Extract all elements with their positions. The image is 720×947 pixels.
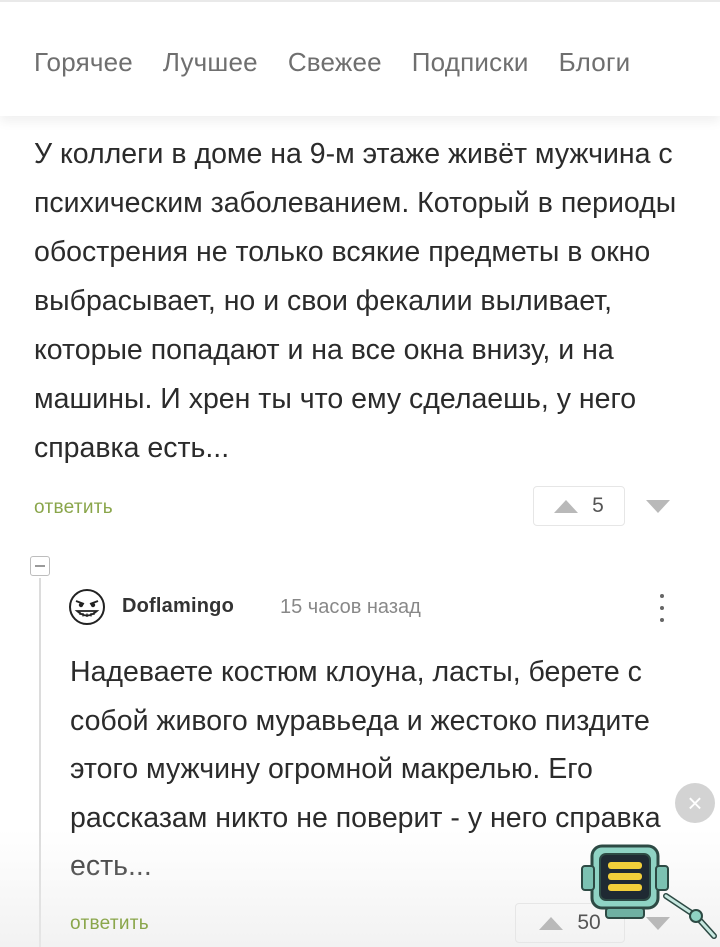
top-navigation: Горячее Лучшее Свежее Подписки Блоги — [0, 0, 720, 116]
tab-fresh[interactable]: Свежее — [288, 41, 382, 78]
arrow-down-icon — [646, 499, 670, 513]
comment-text: У коллеги в доме на 9-м этаже живёт мужч… — [34, 138, 677, 464]
vote-count: 5 — [592, 494, 604, 517]
tab-best[interactable]: Лучшее — [163, 41, 258, 78]
arrow-up-icon — [539, 916, 564, 930]
upvote-button[interactable]: 5 — [533, 486, 625, 526]
comment-vote-box: 5 — [533, 486, 683, 526]
reply-button-2[interactable]: ответить — [70, 913, 149, 935]
comment-time: 15 часов назад — [280, 596, 421, 618]
collapse-icon — [35, 565, 45, 567]
mascot-icon[interactable] — [578, 836, 720, 947]
tab-blogs[interactable]: Блоги — [559, 41, 631, 78]
arrow-up-icon — [554, 499, 579, 513]
tab-subscriptions[interactable]: Подписки — [412, 41, 529, 78]
comment-author[interactable]: Doflamingo — [122, 595, 234, 618]
more-vertical-icon[interactable] — [652, 590, 672, 626]
tab-hot[interactable]: Горячее — [34, 41, 133, 78]
downvote-button[interactable] — [633, 486, 683, 526]
thread-line[interactable] — [39, 578, 41, 947]
close-icon[interactable]: × — [675, 783, 715, 823]
collapse-thread-button[interactable] — [30, 556, 50, 576]
avatar-icon[interactable] — [68, 588, 106, 626]
reply-button[interactable]: ответить — [34, 497, 113, 519]
